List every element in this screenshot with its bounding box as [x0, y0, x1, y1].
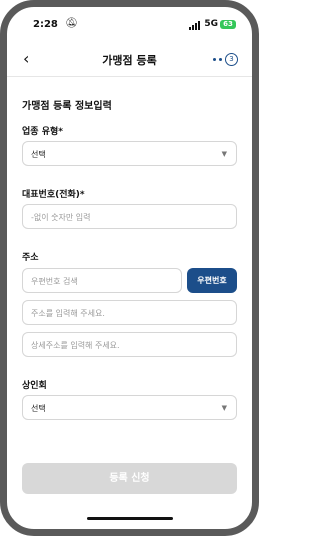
- business-type-select[interactable]: 선택 ▼: [22, 141, 237, 166]
- network-label: 5G: [204, 19, 218, 29]
- home-indicator: [87, 517, 173, 520]
- address-detail-placeholder: 상세주소를 입력해 주세요.: [31, 341, 120, 350]
- merchant-assoc-select[interactable]: 선택 ▼: [22, 395, 237, 420]
- phone-input[interactable]: -없이 숫자만 입력: [22, 204, 237, 229]
- status-bar: 2:28 🔕︎ 5G 63: [7, 17, 252, 37]
- phone-frame: 2:28 🔕︎ 5G 63 ‹ 가맹점 등록 3 가맹점 등록 정보입력 업종 …: [0, 0, 259, 536]
- address-detail-input[interactable]: 상세주소를 입력해 주세요.: [22, 332, 237, 357]
- phone-label: 대표번호(전화)*: [22, 190, 85, 200]
- zip-placeholder: 우편번호 검색: [31, 277, 78, 286]
- business-type-label: 업종 유형*: [22, 127, 63, 137]
- submit-button[interactable]: 등록 신청: [22, 463, 237, 494]
- battery-icon: 63: [220, 20, 236, 29]
- status-time: 2:28: [33, 19, 58, 30]
- signal-icon: [189, 21, 200, 30]
- address-input[interactable]: 주소를 입력해 주세요.: [22, 300, 237, 325]
- nav-bar: ‹ 가맹점 등록 3: [7, 47, 252, 75]
- mute-icon: 🔕︎: [65, 18, 78, 29]
- header-divider: [7, 76, 252, 77]
- merchant-assoc-value: 선택: [31, 404, 46, 413]
- zip-search-button[interactable]: 우편번호: [187, 268, 237, 293]
- zip-code-input[interactable]: 우편번호 검색: [22, 268, 182, 293]
- address-label: 주소: [22, 253, 39, 263]
- step-indicator: 3: [213, 53, 238, 66]
- chevron-down-icon: ▼: [221, 150, 227, 158]
- merchant-assoc-label: 상인회: [22, 381, 47, 391]
- form-heading: 가맹점 등록 정보입력: [22, 101, 112, 112]
- phone-placeholder: -없이 숫자만 입력: [31, 213, 91, 222]
- address-placeholder: 주소를 입력해 주세요.: [31, 309, 105, 318]
- business-type-value: 선택: [31, 150, 46, 159]
- chevron-down-icon: ▼: [221, 404, 227, 412]
- current-step-badge: 3: [225, 53, 238, 66]
- step-dot: [219, 58, 222, 61]
- step-dot: [213, 58, 216, 61]
